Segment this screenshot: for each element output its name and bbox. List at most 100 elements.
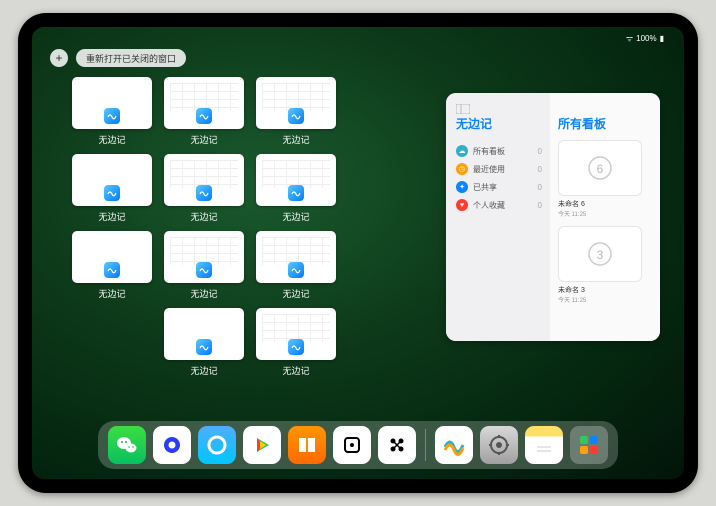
thumbnail-preview (164, 154, 244, 206)
dock-qq-browser-icon[interactable] (198, 426, 236, 464)
thumbnail-preview (164, 231, 244, 283)
window-label: 无边记 (72, 210, 152, 223)
panel-right-title: 所有看板 (558, 115, 652, 132)
dock-quark-icon[interactable] (153, 426, 191, 464)
battery-icon: ▮ (660, 34, 664, 43)
topbar: + 重新打开已关闭的窗口 (50, 49, 186, 67)
dock-dice-icon[interactable] (333, 426, 371, 464)
sidebar-item[interactable]: ◷ 最近使用 0 (456, 160, 542, 178)
window-thumbnail[interactable]: 无边记 (164, 308, 244, 377)
window-thumbnail[interactable]: 无边记 (256, 154, 336, 223)
dock-video-app-icon[interactable] (243, 426, 281, 464)
dock-books-icon[interactable] (288, 426, 326, 464)
thumbnail-preview (256, 231, 336, 283)
window-thumbnail[interactable]: 无边记 (72, 231, 152, 300)
freeform-app-icon (288, 185, 304, 201)
screen: ᯤ 100% ▮ + 重新打开已关闭的窗口 无边记无边记无边记无边记无边记无边记… (32, 27, 684, 479)
wifi-icon: ᯤ (626, 33, 633, 44)
board-date: 今天 11:25 (558, 295, 642, 304)
window-thumbnail[interactable]: 无边记 (256, 231, 336, 300)
window-label: 无边记 (164, 133, 244, 146)
dock-notes-icon[interactable] (525, 426, 563, 464)
window-thumbnail[interactable]: 无边记 (256, 77, 336, 146)
sidebar-item-label: 最近使用 (473, 164, 533, 175)
panel-sidebar: 无边记 ☁ 所有看板 0 ◷ 最近使用 0 ✦ 已共享 0 ♥ 个人收藏 0 (446, 93, 550, 341)
status-bar: ᯤ 100% ▮ (32, 31, 684, 45)
freeform-app-icon (104, 108, 120, 124)
window-label: 无边记 (256, 133, 336, 146)
dock-freeform-icon[interactable] (435, 426, 473, 464)
sidebar-item-icon: ☁ (456, 145, 468, 157)
sidebar-item-label: 所有看板 (473, 146, 533, 157)
add-button[interactable]: + (50, 49, 68, 67)
board-thumbnail: 3 (558, 226, 642, 282)
freeform-app-icon (196, 262, 212, 278)
window-label: 无边记 (164, 287, 244, 300)
ipad-frame: ᯤ 100% ▮ + 重新打开已关闭的窗口 无边记无边记无边记无边记无边记无边记… (18, 13, 698, 493)
thumbnail-preview (72, 231, 152, 283)
thumbnail-preview (72, 154, 152, 206)
thumbnail-preview (256, 154, 336, 206)
dock (98, 421, 618, 469)
freeform-app-icon (104, 262, 120, 278)
thumbnail-preview (164, 308, 244, 360)
window-label: 无边记 (164, 210, 244, 223)
board-thumbnail: 6 (558, 140, 642, 196)
sidebar-item-count: 0 (538, 183, 542, 192)
sidebar-item-label: 个人收藏 (473, 200, 533, 211)
sidebar-toggle-icon[interactable] (456, 101, 470, 111)
board-date: 今天 11:25 (558, 209, 642, 218)
window-thumbnail[interactable]: 无边记 (72, 77, 152, 146)
dock-settings-icon[interactable] (480, 426, 518, 464)
status-right: ᯤ 100% ▮ (626, 31, 664, 45)
freeform-app-icon (104, 185, 120, 201)
sidebar-item-icon: ◷ (456, 163, 468, 175)
window-label: 无边记 (256, 210, 336, 223)
thumbnail-preview (256, 308, 336, 360)
freeform-app-icon (288, 339, 304, 355)
sidebar-item[interactable]: ♥ 个人收藏 0 (456, 196, 542, 214)
window-grid: 无边记无边记无边记无边记无边记无边记无边记无边记无边记无边记无边记 (72, 77, 428, 377)
svg-text:6: 6 (597, 162, 604, 176)
dock-separator (425, 429, 426, 461)
freeform-panel[interactable]: ··· 无边记 ☁所有看板0◷最近使用0✦已共享0♥个人收藏0 所有看板 6未命… (446, 93, 660, 341)
sidebar-item-count: 0 (538, 147, 542, 156)
sidebar-item-count: 0 (538, 165, 542, 174)
freeform-app-icon (288, 108, 304, 124)
sidebar-item[interactable]: ☁ 所有看板 0 (456, 142, 542, 160)
sidebar-item-count: 0 (538, 201, 542, 210)
reopen-closed-window-button[interactable]: 重新打开已关闭的窗口 (76, 49, 186, 67)
thumbnail-preview (256, 77, 336, 129)
panel-content: 所有看板 6未命名 6今天 11:253未命名 3今天 11:25 (550, 93, 660, 341)
window-label: 无边记 (256, 287, 336, 300)
thumbnail-preview (72, 77, 152, 129)
window-thumbnail[interactable]: 无边记 (164, 231, 244, 300)
window-thumbnail[interactable]: 无边记 (72, 154, 152, 223)
window-label: 无边记 (72, 287, 152, 300)
freeform-app-icon (288, 262, 304, 278)
window-label: 无边记 (164, 364, 244, 377)
sidebar-item-label: 已共享 (473, 182, 533, 193)
dock-wechat-icon[interactable] (108, 426, 146, 464)
sidebar-item-icon: ✦ (456, 181, 468, 193)
freeform-app-icon (196, 185, 212, 201)
window-thumbnail[interactable]: 无边记 (164, 77, 244, 146)
board-card[interactable]: 3 未命名 3今天 11:25 (558, 226, 642, 304)
window-thumbnail[interactable]: 无边记 (164, 154, 244, 223)
window-label: 无边记 (72, 133, 152, 146)
board-name: 未命名 3 (558, 285, 642, 295)
freeform-app-icon (196, 108, 212, 124)
freeform-app-icon (196, 339, 212, 355)
sidebar-item-icon: ♥ (456, 199, 468, 211)
svg-text:3: 3 (597, 248, 604, 262)
window-label: 无边记 (256, 364, 336, 377)
board-name: 未命名 6 (558, 199, 642, 209)
window-thumbnail[interactable]: 无边记 (256, 308, 336, 377)
panel-left-title: 无边记 (456, 115, 542, 132)
battery-pct: 100% (636, 34, 656, 43)
sidebar-item[interactable]: ✦ 已共享 0 (456, 178, 542, 196)
dock-app-library-icon[interactable] (570, 426, 608, 464)
thumbnail-preview (164, 77, 244, 129)
dock-hex-app-icon[interactable] (378, 426, 416, 464)
board-card[interactable]: 6 未命名 6今天 11:25 (558, 140, 642, 218)
